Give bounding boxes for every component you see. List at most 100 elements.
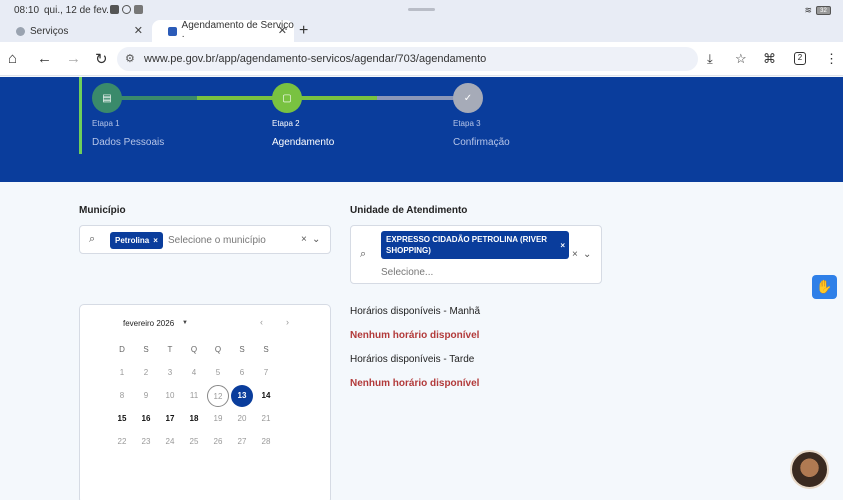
calendar-day: 26	[213, 437, 223, 446]
back-icon[interactable]: ←	[37, 50, 52, 67]
remove-chip-icon[interactable]: ×	[560, 240, 565, 251]
id-card-icon: ▤	[102, 92, 112, 104]
site-info-icon[interactable]: ⚙	[125, 52, 135, 65]
municipio-chip[interactable]: Petrolina ×	[110, 232, 163, 249]
calendar: fevereiro 2026 ▼ ‹ › D S T Q Q S S 1 2 3 4 5 6 7 8 9 10 1…	[79, 304, 331, 500]
active-indicator-bar	[79, 77, 82, 154]
calendar-day: 28	[261, 437, 271, 446]
afternoon-times-title: Horários disponíveis - Tarde	[350, 354, 475, 365]
gallery-icon	[110, 5, 119, 14]
step-2-circle: ▢	[272, 83, 302, 113]
chevron-down-icon[interactable]: ⌄	[583, 249, 591, 260]
menu-dots-icon[interactable]: ⋮	[825, 51, 838, 67]
unidade-placeholder: Selecione...	[381, 267, 434, 278]
weekday-header: S	[143, 345, 149, 354]
notification-icons	[110, 5, 143, 14]
close-tab-icon[interactable]: ✕	[278, 24, 287, 37]
weekday-header: T	[167, 345, 173, 354]
calendar-day[interactable]: 13	[231, 385, 253, 407]
municipio-label: Município	[79, 205, 126, 216]
whatsapp-icon	[122, 5, 131, 14]
battery-icon: 32	[816, 6, 831, 15]
weekday-header: Q	[214, 345, 222, 354]
wifi-icon: ≋	[804, 5, 812, 15]
calendar-day: 25	[189, 437, 199, 446]
calendar-day: 5	[215, 368, 221, 377]
calendar-day: 7	[263, 368, 269, 377]
afternoon-times-empty: Nenhum horário disponível	[350, 378, 480, 389]
calendar-day: 19	[213, 414, 223, 423]
download-icon[interactable]: ⤓	[707, 51, 713, 67]
stepper-header: ▤ ▢ ✓ Etapa 1 Etapa 2 Etapa 3 Dados Pess…	[0, 77, 843, 182]
caret-down-icon[interactable]: ▼	[182, 320, 188, 326]
calendar-day: 4	[191, 368, 197, 377]
calendar-day: 23	[141, 437, 151, 446]
clear-icon[interactable]: ×	[572, 249, 578, 260]
system-indicators: ≋ 32	[804, 5, 831, 16]
gear-icon	[16, 26, 25, 36]
tab-servicos[interactable]: Serviços ✕	[0, 20, 150, 42]
tools-icon	[134, 5, 143, 14]
calendar-day: 24	[165, 437, 175, 446]
morning-times-empty: Nenhum horário disponível	[350, 330, 480, 341]
calendar-day: 10	[165, 391, 175, 400]
translate-icon[interactable]: ⌘	[763, 51, 776, 67]
morning-times-title: Horários disponíveis - Manhã	[350, 306, 481, 317]
browser-toolbar: ⌂ ← → ↻ ⚙ www.pe.gov.br/app/agendamento-…	[0, 42, 843, 76]
prev-month-icon[interactable]: ‹	[260, 317, 263, 327]
weekday-header: Q	[190, 345, 198, 354]
step-2-title: Agendamento	[272, 137, 335, 148]
search-icon: ⌕	[360, 248, 367, 260]
calendar-day: 22	[117, 437, 127, 446]
step-3-title: Confirmação	[453, 137, 510, 148]
new-tab-icon[interactable]: +	[299, 22, 308, 40]
chip-label: Petrolina	[115, 236, 150, 245]
calendar-day[interactable]: 18	[183, 408, 205, 430]
chip-label-line-1: EXPRESSO CIDADÃO PETROLINA (RIVER	[386, 235, 548, 244]
forward-icon[interactable]: →	[66, 50, 81, 67]
calendar-day[interactable]: 16	[135, 408, 157, 430]
step-1-title: Dados Pessoais	[92, 137, 165, 148]
municipio-select[interactable]: ⌕ Petrolina × Selecione o município × ⌄	[79, 225, 331, 254]
search-icon: ⌕	[89, 233, 96, 245]
step-2-number: Etapa 2	[272, 119, 300, 128]
step-3-number: Etapa 3	[453, 119, 481, 128]
calendar-day: 1	[119, 368, 125, 377]
unidade-chip[interactable]: EXPRESSO CIDADÃO PETROLINA (RIVER SHOPPI…	[381, 231, 569, 259]
next-month-icon[interactable]: ›	[286, 317, 289, 327]
calendar-day[interactable]: 17	[159, 408, 181, 430]
clock: 08:10	[14, 5, 40, 16]
tab-count-button[interactable]: 2	[794, 52, 806, 65]
calendar-day: 12	[207, 385, 229, 407]
close-tab-icon[interactable]: ✕	[134, 24, 143, 37]
step-1-circle: ▤	[92, 83, 122, 113]
date: qui., 12 de fev.	[44, 5, 109, 16]
bookmark-star-icon[interactable]: ☆	[735, 51, 747, 67]
clear-icon[interactable]: ×	[301, 234, 307, 245]
reload-icon[interactable]: ↻	[95, 50, 108, 68]
unidade-label: Unidade de Atendimento	[350, 205, 468, 216]
chevron-down-icon[interactable]: ⌄	[312, 234, 320, 245]
calendar-day: 21	[261, 414, 271, 423]
url-text: www.pe.gov.br/app/agendamento-servicos/a…	[144, 53, 487, 65]
tab-agendamento[interactable]: Agendamento de Serviço · ✕	[152, 20, 294, 42]
calendar-day[interactable]: 15	[111, 408, 133, 430]
system-status-bar: 08:10 qui., 12 de fev. ≋ 32	[0, 0, 843, 20]
browser-tab-strip: Serviços ✕ Agendamento de Serviço · ✕ +	[0, 20, 843, 42]
drag-handle[interactable]	[408, 8, 435, 11]
address-bar[interactable]: ⚙ www.pe.gov.br/app/agendamento-servicos…	[117, 47, 698, 71]
step-1-number: Etapa 1	[92, 119, 120, 128]
remove-chip-icon[interactable]: ×	[153, 236, 158, 245]
calendar-day[interactable]: 14	[255, 385, 277, 407]
accessibility-button[interactable]: ✋	[812, 275, 837, 299]
weekday-header: S	[239, 345, 245, 354]
calendar-month[interactable]: fevereiro 2026	[123, 319, 174, 328]
unidade-select[interactable]: ⌕ EXPRESSO CIDADÃO PETROLINA (RIVER SHOP…	[350, 225, 602, 284]
weekday-header: S	[263, 345, 269, 354]
step-3-circle: ✓	[453, 83, 483, 113]
calendar-day: 3	[167, 368, 173, 377]
calendar-day: 11	[189, 391, 199, 400]
assistant-avatar[interactable]	[790, 450, 829, 489]
weekday-header: D	[119, 345, 125, 354]
home-icon[interactable]: ⌂	[8, 50, 17, 67]
